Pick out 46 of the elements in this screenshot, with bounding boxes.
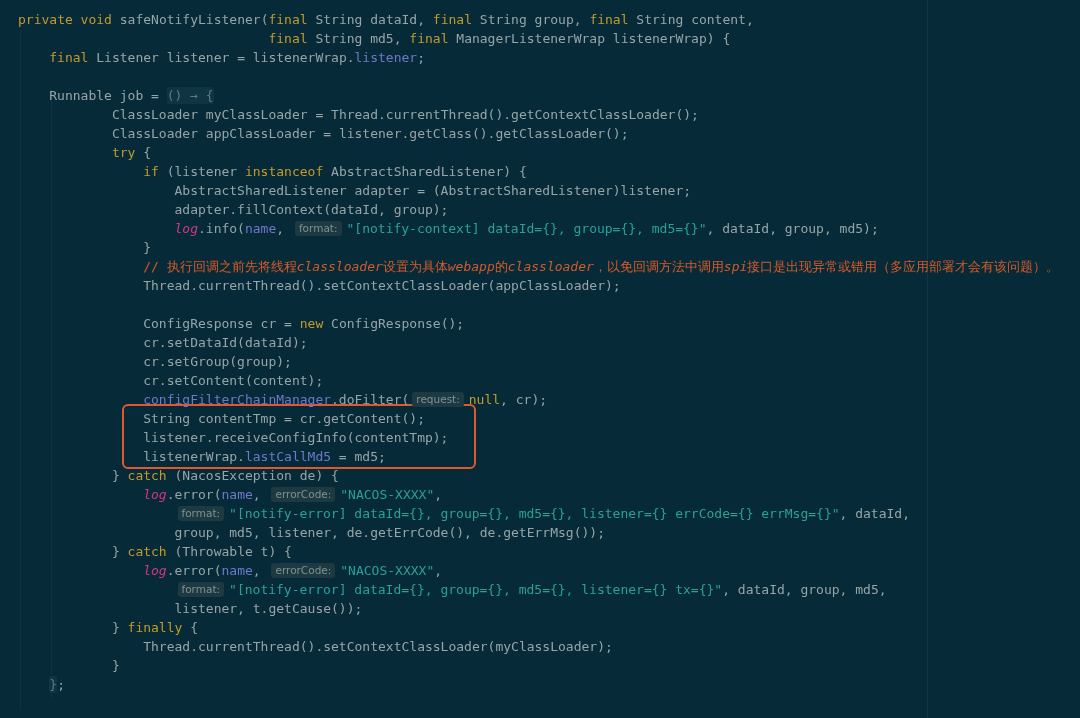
code-line: } xyxy=(111,657,120,674)
code-line: cr.setDataId(dataId); xyxy=(143,334,308,351)
code-line: if (listener instanceof AbstractSharedListener) { xyxy=(143,163,527,180)
code-line: // 执行回调之前先将线程classloader设置为具体webapp的classloader，以免回调方法中调用spi接口是出现异常或错用（多应用部署才会有该问题）。 xyxy=(143,258,1060,275)
code-line: "[notify-error] dataId={}, group={}, md5={}, listener={} errCode={} errMsg={}", dataId, xyxy=(229,505,910,522)
code-line: null, cr); xyxy=(468,391,548,408)
code-line: "NACOS-XXXX", xyxy=(340,562,443,579)
code-line: Thread.currentThread().setContextClassLoader(appClassLoader); xyxy=(143,277,621,294)
code-line: "[notify-error] dataId={}, group={}, md5={}, listener={} tx={}", dataId, group, md5, xyxy=(229,581,887,598)
code-line: "[notify-context] dataId={}, group={}, md5={}", dataId, group, md5); xyxy=(346,220,879,237)
code-line: Thread.currentThread().setContextClassLoader(myClassLoader); xyxy=(143,638,613,655)
code-line: ClassLoader myClassLoader = Thread.currentThread().getContextClassLoader(); xyxy=(111,106,699,123)
code-line: cr.setGroup(group); xyxy=(143,353,292,370)
code-line: } xyxy=(143,239,152,256)
code-line: adapter.fillContext(dataId, group); xyxy=(174,201,449,218)
code-line: } catch (NacosException de) { xyxy=(111,467,339,484)
code-line: ; xyxy=(57,676,65,693)
code-line: log.info(name, xyxy=(174,220,286,237)
code-line: configFilterChainManager.doFilter( xyxy=(143,391,410,408)
code-line: cr.setContent(content); xyxy=(143,372,324,389)
code-line: log.error(name, xyxy=(143,486,262,503)
folded-code: () → { xyxy=(166,87,214,104)
code-line: final Listener listener = listenerWrap.listener; xyxy=(49,49,425,66)
code-line: } finally { xyxy=(111,619,198,636)
code-line: listener, t.getCause()); xyxy=(174,600,363,617)
parameter-hint: format: xyxy=(177,582,225,597)
code-line: private void safeNotifyListener(final String dataId, final String group, final String content, xyxy=(18,11,754,28)
folded-code: } xyxy=(49,676,58,693)
code-line: ConfigResponse cr = new ConfigResponse(); xyxy=(143,315,465,332)
code-line: AbstractSharedListener adapter = (AbstractSharedListener)listener; xyxy=(174,182,692,199)
parameter-hint: format: xyxy=(177,506,225,521)
parameter-hint: errorCode: xyxy=(271,487,336,502)
code-line: } catch (Throwable t) { xyxy=(111,543,292,560)
parameter-hint: request: xyxy=(412,392,464,407)
code-line: listener.receiveConfigInfo(contentTmp); xyxy=(143,429,449,446)
code-line: ClassLoader appClassLoader = listener.getClass().getClassLoader(); xyxy=(111,125,629,142)
code-line: "NACOS-XXXX", xyxy=(340,486,443,503)
code-line: try { xyxy=(111,144,152,161)
code-line: final String md5, final ManagerListenerWrap listenerWrap) { xyxy=(268,30,731,47)
code-line: Runnable job = xyxy=(49,87,160,104)
code-line: log.error(name, xyxy=(143,562,262,579)
parameter-hint: format: xyxy=(294,221,342,236)
code-line: group, md5, listener, de.getErrCode(), de.getErrMsg()); xyxy=(174,524,605,541)
code-line: String contentTmp = cr.getContent(); xyxy=(143,410,425,427)
parameter-hint: errorCode: xyxy=(271,563,336,578)
code-line: listenerWrap.lastCallMd5 = md5; xyxy=(143,448,386,465)
